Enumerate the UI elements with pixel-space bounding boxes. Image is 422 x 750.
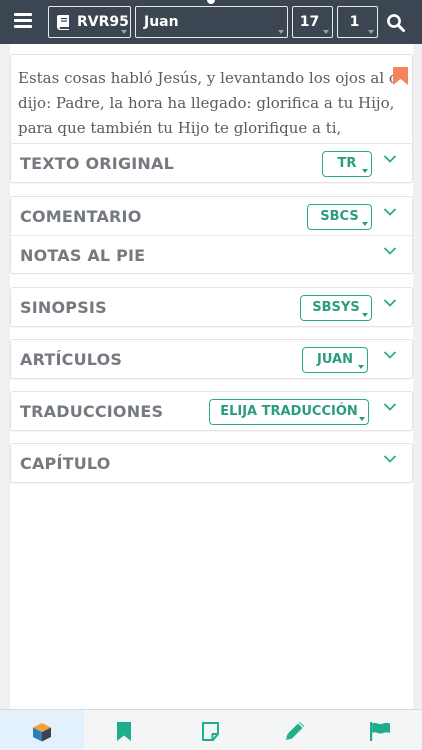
book-icon: [57, 14, 69, 30]
button-label: TR: [337, 156, 357, 171]
chevron-down-icon[interactable]: [383, 350, 397, 360]
caret-icon: [362, 169, 368, 173]
chevron-down-icon[interactable]: [383, 402, 397, 412]
flag-icon: [370, 722, 390, 741]
caret-icon: [359, 417, 365, 421]
verse-line: Estas cosas habló Jesús, y levantando lo…: [18, 69, 398, 87]
comentario-source-button[interactable]: SBCS: [307, 204, 372, 230]
comentario-row[interactable]: COMENTARIO SBCS: [11, 197, 412, 235]
content-panel: Estas cosas habló Jesús, y levantando lo…: [10, 44, 413, 709]
articulos-row[interactable]: ARTÍCULOS JUAN: [11, 340, 412, 378]
version-selector[interactable]: RVR95: [48, 6, 131, 38]
caret-icon: [362, 222, 368, 226]
texto-original-source-button[interactable]: TR: [322, 151, 372, 177]
menu-button[interactable]: [14, 13, 32, 29]
capitulo-row[interactable]: CAPÍTULO: [11, 444, 412, 482]
verse-selector[interactable]: 1: [337, 6, 378, 38]
chapter-selector[interactable]: 17: [292, 6, 333, 38]
chapter-label: 17: [299, 14, 320, 30]
bottom-tab-bar: [0, 709, 422, 750]
articulos-source-button[interactable]: JUAN: [302, 347, 368, 373]
chevron-down-icon[interactable]: [383, 454, 397, 464]
hamburger-icon-line: [14, 25, 32, 28]
traducciones-select-button[interactable]: ELIJA TRADUCCIÓN: [209, 399, 369, 425]
version-label: RVR95: [77, 14, 129, 30]
verse-label: 1: [349, 14, 360, 30]
cube-icon: [33, 723, 51, 742]
traducciones-row[interactable]: TRADUCCIONES ELIJA TRADUCCIÓN: [11, 392, 412, 430]
bookmark-icon[interactable]: [393, 67, 408, 85]
caret-icon: [358, 365, 364, 369]
chevron-down-icon[interactable]: [383, 298, 397, 308]
caret-icon: [362, 313, 368, 317]
button-label: SBCS: [320, 209, 359, 224]
sinopsis-source-button[interactable]: SBSYS: [300, 295, 372, 321]
section-title: NOTAS AL PIE: [20, 246, 146, 265]
caret-icon: [323, 30, 329, 34]
section-sinopsis: SINOPSIS SBSYS: [10, 287, 413, 327]
search-icon[interactable]: [386, 13, 406, 33]
top-bar: RVR95 Juan 17 1: [0, 0, 422, 44]
button-label: SBSYS: [312, 300, 360, 315]
chevron-down-icon[interactable]: [383, 207, 397, 217]
texto-original-row[interactable]: TEXTO ORIGINAL TR: [11, 144, 412, 182]
section-title: TRADUCCIONES: [20, 402, 164, 421]
note-icon: [202, 722, 219, 741]
notas-row[interactable]: NOTAS AL PIE: [11, 235, 412, 273]
book-selector[interactable]: Juan: [135, 6, 288, 38]
tab-edit[interactable]: [252, 710, 336, 750]
tab-notes[interactable]: [168, 710, 252, 750]
caret-icon: [368, 30, 374, 34]
bookmark-icon: [117, 722, 131, 741]
section-traducciones: TRADUCCIONES ELIJA TRADUCCIÓN: [10, 391, 413, 431]
caret-icon: [121, 30, 127, 34]
tab-explore[interactable]: [0, 710, 84, 750]
verse-line: dijo: Padre, la hora ha llegado: glorifi…: [18, 94, 395, 112]
chevron-down-icon[interactable]: [383, 246, 397, 256]
button-label: JUAN: [317, 352, 353, 367]
section-capitulo: CAPÍTULO: [10, 443, 413, 483]
section-title: ARTÍCULOS: [20, 350, 123, 369]
verse-line: para que también tu Hijo te glorifique a…: [18, 119, 342, 137]
hamburger-icon-line: [14, 13, 32, 16]
status-notch: [207, 0, 215, 4]
chevron-down-icon[interactable]: [383, 154, 397, 164]
section-articulos: ARTÍCULOS JUAN: [10, 339, 413, 379]
section-comentario: COMENTARIO SBCS NOTAS AL PIE: [10, 196, 413, 274]
section-title: COMENTARIO: [20, 207, 142, 226]
caret-icon: [278, 30, 284, 34]
hamburger-icon-line: [14, 19, 32, 22]
section-title: CAPÍTULO: [20, 454, 111, 473]
book-label: Juan: [144, 14, 179, 30]
button-label: ELIJA TRADUCCIÓN: [220, 404, 358, 419]
tab-flags[interactable]: [336, 710, 420, 750]
tab-bookmarks[interactable]: [84, 710, 168, 750]
sinopsis-row[interactable]: SINOPSIS SBSYS: [11, 288, 412, 326]
section-texto-original: TEXTO ORIGINAL TR: [10, 143, 413, 183]
verse-text: Estas cosas habló Jesús, y levantando lo…: [18, 66, 398, 141]
pencil-icon: [286, 722, 304, 740]
section-title: TEXTO ORIGINAL: [20, 154, 174, 173]
section-title: SINOPSIS: [20, 298, 107, 317]
